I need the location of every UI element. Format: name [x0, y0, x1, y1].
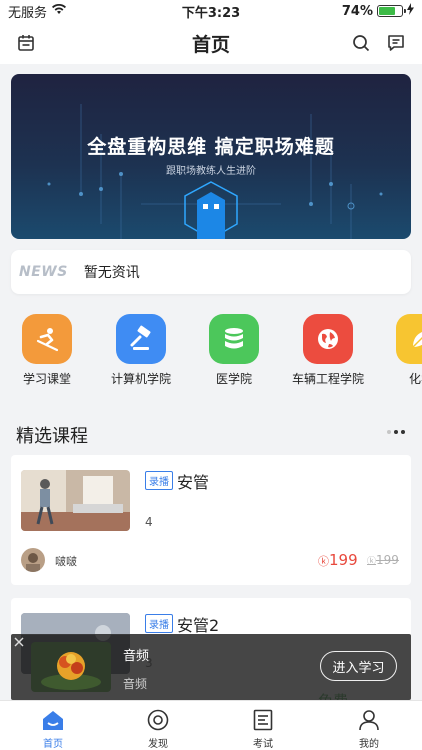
course-count: 4: [145, 515, 153, 529]
banner-subtitle: 跟职场教练人生进阶: [166, 166, 256, 177]
exam-icon: [251, 708, 275, 732]
page-title: 首页: [191, 33, 230, 56]
course-title: 安管: [177, 473, 210, 492]
news-bar[interactable]: NEWS 暂无资讯: [11, 250, 411, 294]
status-right: 74%: [342, 3, 414, 19]
status-bar: 无服务 下午3:23 74%: [0, 0, 422, 22]
dot-indicator: [387, 430, 391, 434]
dot-indicator: [394, 430, 398, 434]
promo-banner[interactable]: 全盘重构思维 搞定职场难题 跟职场教练人生进阶: [11, 74, 411, 239]
player-cover: [31, 642, 111, 692]
calendar-icon[interactable]: [14, 31, 38, 55]
course-old-price: ⓚ199: [367, 553, 399, 567]
category-item-vehicle[interactable]: 车辆工程学院: [283, 314, 373, 387]
category-label: 车辆工程学院: [291, 372, 364, 386]
battery-fill: [379, 7, 396, 15]
course-price-value: 199: [329, 551, 358, 569]
audio-player[interactable]: 音频 音频 进入学习: [11, 634, 411, 700]
tab-bar: 首页 发现 考试 我的: [0, 700, 422, 750]
category-item-study[interactable]: 学习课堂: [2, 314, 92, 387]
course-title: 安管2: [177, 616, 220, 635]
course-old-price-value: 199: [376, 553, 399, 567]
news-tag: NEWS: [19, 264, 68, 280]
tab-label: 我的: [359, 739, 379, 750]
nav-bar: 首页: [0, 22, 422, 64]
home-icon: [41, 708, 65, 732]
category-item-computer[interactable]: 计算机学院: [96, 314, 186, 387]
coin-icon: ⓚ: [318, 555, 329, 568]
battery-icon: [377, 5, 406, 17]
section-more-dots[interactable]: [387, 430, 405, 434]
tab-exam[interactable]: 考试: [233, 708, 293, 750]
tab-label: 考试: [253, 739, 273, 750]
search-icon[interactable]: [349, 31, 373, 55]
category-list: 学习课堂 计算机学院 医学院 车辆工程学院 化学: [0, 314, 422, 389]
course-type-tag: 录播: [145, 614, 173, 633]
player-title: 音频: [123, 649, 150, 664]
charging-icon: [407, 3, 414, 19]
tab-discover[interactable]: 发现: [128, 708, 188, 750]
tab-label: 首页: [43, 739, 63, 750]
dot-indicator: [401, 430, 405, 434]
ski-icon: [22, 314, 72, 364]
section-title: 精选课程: [16, 426, 88, 447]
course-card[interactable]: 录播 安管 4 啵啵 ⓚ199 ⓚ199: [11, 455, 411, 585]
course-thumbnail: [21, 470, 130, 531]
coin-icon: ⓚ: [367, 557, 377, 567]
course-price: ⓚ199: [318, 551, 358, 569]
category-item-chemistry[interactable]: 化学: [376, 314, 422, 387]
teacher-name: 啵啵: [55, 555, 77, 568]
news-text: 暂无资讯: [83, 265, 140, 281]
category-label: 化学: [408, 372, 422, 386]
player-subtitle: 音频: [123, 677, 148, 691]
category-label: 学习课堂: [22, 372, 71, 386]
close-icon[interactable]: [11, 634, 27, 650]
avatar: [21, 548, 45, 572]
tab-label: 发现: [148, 739, 168, 750]
course-type-tag: 录播: [145, 471, 173, 490]
gavel-icon: [116, 314, 166, 364]
message-icon[interactable]: [384, 31, 408, 55]
category-label: 计算机学院: [110, 372, 171, 386]
user-icon: [357, 708, 381, 732]
enter-study-button[interactable]: 进入学习: [320, 651, 397, 681]
database-icon: [209, 314, 259, 364]
category-label: 医学院: [215, 372, 252, 386]
banner-title: 全盘重构思维 搞定职场难题: [87, 136, 335, 158]
battery-percent: 74%: [341, 3, 373, 19]
leaf-icon: [396, 314, 422, 364]
compass-icon: [146, 708, 170, 732]
globe-icon: [303, 314, 353, 364]
category-item-medical[interactable]: 医学院: [189, 314, 279, 387]
tab-home[interactable]: 首页: [23, 708, 83, 750]
tab-mine[interactable]: 我的: [339, 708, 399, 750]
